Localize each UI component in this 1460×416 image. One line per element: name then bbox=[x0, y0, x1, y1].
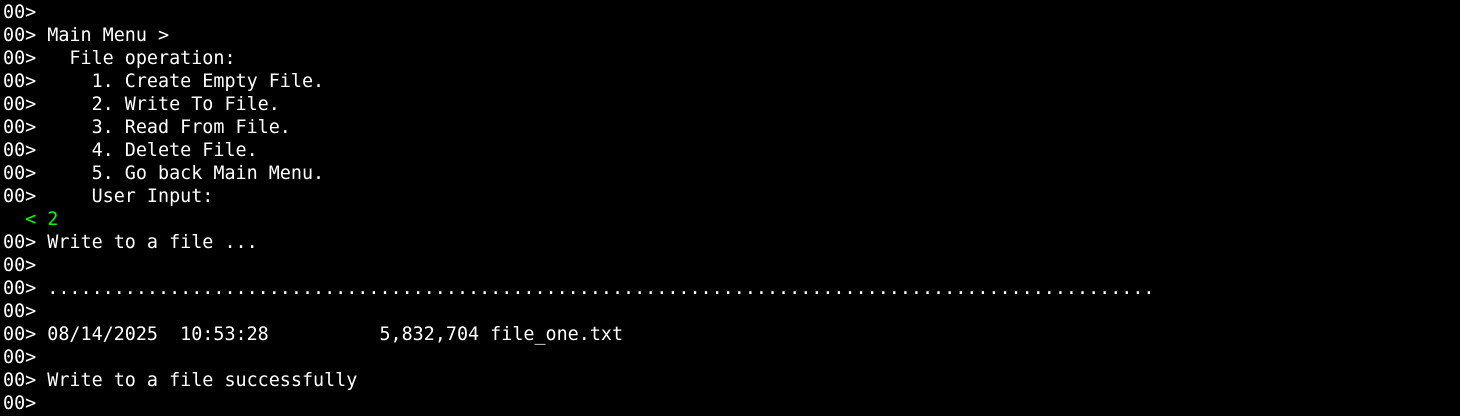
terminal-line: 00> 5. Go back Main Menu. bbox=[3, 163, 325, 184]
terminal-line: 00> bbox=[3, 347, 37, 368]
terminal-line: 00> Main Menu > bbox=[3, 25, 170, 46]
terminal-line: 00> bbox=[3, 301, 37, 322]
terminal-line: 00> 08/14/2025 10:53:28 5,832,704 file_o… bbox=[3, 324, 624, 345]
terminal-line: 00> bbox=[3, 2, 37, 23]
terminal-input-echo-line: < 2 bbox=[3, 209, 59, 230]
terminal-line: 00> File operation: bbox=[3, 48, 236, 69]
terminal-line: 00> 1. Create Empty File. bbox=[3, 71, 325, 92]
terminal-output[interactable]: 00> 00> Main Menu >00> File operation: 00>… bbox=[0, 0, 1460, 416]
terminal-line: 00> Write to a file successfully bbox=[3, 370, 358, 391]
terminal-line: 00> 3. Read From File. bbox=[3, 117, 291, 138]
terminal-line: 00> User Input: bbox=[3, 186, 214, 207]
terminal-line: 00> Write to a file ... bbox=[3, 232, 258, 253]
terminal-line: 00> 4. Delete File. bbox=[3, 140, 258, 161]
terminal-line: 00> ....................................… bbox=[3, 278, 1155, 299]
terminal-line: 00> bbox=[3, 255, 37, 276]
terminal-line: 00> 2. Write To File. bbox=[3, 94, 280, 115]
terminal-line: 00> bbox=[3, 393, 37, 414]
